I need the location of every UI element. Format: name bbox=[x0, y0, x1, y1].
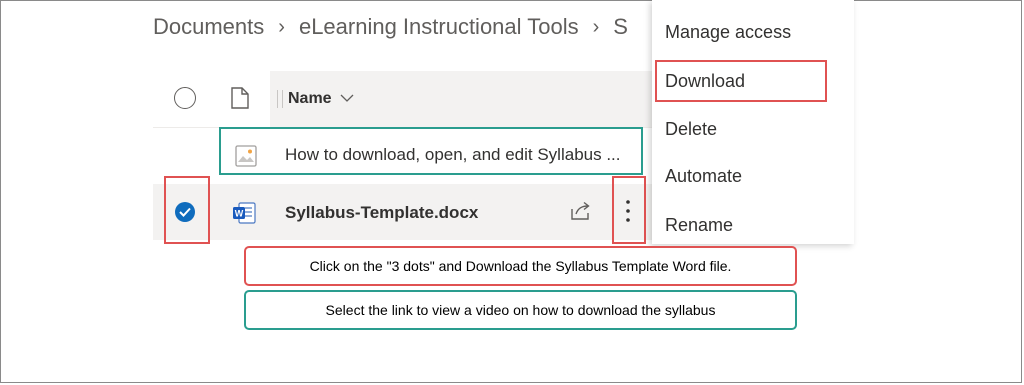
breadcrumb-current[interactable]: S bbox=[613, 14, 628, 40]
select-all-checkbox[interactable] bbox=[174, 87, 196, 109]
instruction-callout-link: Select the link to view a video on how t… bbox=[244, 290, 797, 330]
menu-item-delete[interactable]: Delete bbox=[665, 119, 717, 140]
image-file-icon bbox=[235, 145, 257, 172]
menu-item-rename[interactable]: Rename bbox=[665, 215, 733, 236]
file-type-icon bbox=[231, 87, 249, 114]
breadcrumb-documents[interactable]: Documents bbox=[153, 14, 264, 40]
row-checkbox-checked[interactable] bbox=[175, 202, 195, 222]
context-menu: Manage access Download Delete Automate R… bbox=[652, 0, 854, 244]
menu-item-automate[interactable]: Automate bbox=[665, 166, 742, 187]
share-icon[interactable] bbox=[570, 201, 592, 226]
file-name[interactable]: Syllabus-Template.docx bbox=[285, 203, 478, 223]
word-file-icon: W bbox=[232, 202, 256, 229]
chevron-down-icon bbox=[340, 90, 354, 108]
more-options-icon[interactable] bbox=[625, 199, 631, 228]
name-column-label: Name bbox=[288, 90, 332, 107]
instruction-callout-dots: Click on the "3 dots" and Download the S… bbox=[244, 246, 797, 286]
chevron-right-icon: › bbox=[278, 15, 285, 38]
column-resize-handle[interactable] bbox=[277, 90, 283, 108]
breadcrumb: Documents › eLearning Instructional Tool… bbox=[153, 11, 653, 43]
menu-item-manage-access[interactable]: Manage access bbox=[665, 22, 791, 43]
list-header bbox=[153, 71, 653, 127]
chevron-right-icon: › bbox=[592, 15, 600, 38]
name-column-header[interactable]: Name bbox=[277, 90, 354, 108]
video-link[interactable]: How to download, open, and edit Syllabus… bbox=[285, 145, 621, 165]
breadcrumb-elearning[interactable]: eLearning Instructional Tools bbox=[299, 14, 579, 40]
checkmark-icon bbox=[179, 207, 191, 217]
download-highlight bbox=[655, 60, 827, 102]
svg-text:W: W bbox=[235, 209, 244, 219]
